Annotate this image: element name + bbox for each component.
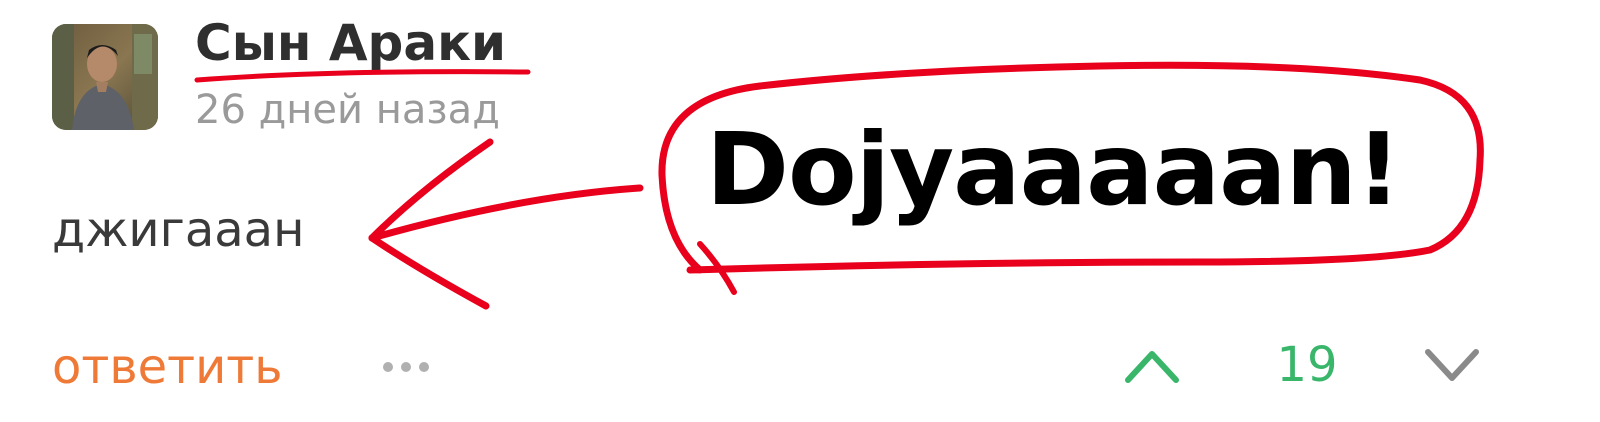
annotation-arrow-head-lower [368,234,490,310]
annotation-arrow-shaft [368,184,644,242]
annotation-bubble-tail [697,241,737,295]
annotation-arrow-head-upper [368,138,494,242]
chevron-up-icon [1125,351,1179,383]
comment-text: джигааан [52,202,305,258]
ellipsis-icon [383,362,429,372]
annotation-caption: Dojyaaaaan! [706,111,1401,228]
comment-timestamp: 26 дней назад [195,87,500,133]
downvote-button[interactable] [1420,340,1484,390]
avatar-image [52,24,158,130]
reply-button[interactable]: ответить [52,332,283,402]
upvote-button[interactable] [1120,340,1184,390]
vote-score: 19 [1276,337,1338,393]
author-name[interactable]: Сын Араки [195,8,506,78]
chevron-down-icon [1425,349,1479,381]
more-options-button[interactable] [378,345,438,389]
avatar[interactable] [52,24,158,130]
